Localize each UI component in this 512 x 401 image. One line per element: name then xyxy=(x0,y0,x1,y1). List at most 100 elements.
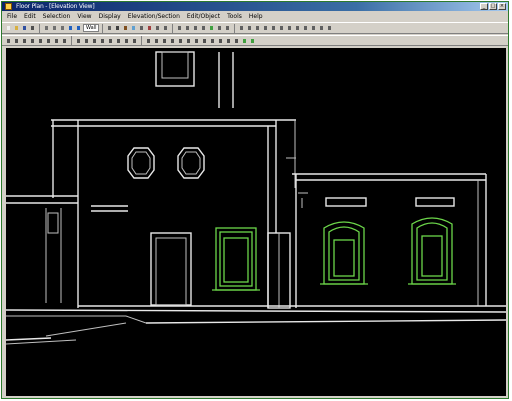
wall-tool-icon[interactable] xyxy=(114,24,121,32)
mirror-icon[interactable] xyxy=(233,37,240,45)
rotate-icon[interactable] xyxy=(45,37,52,45)
offset-icon[interactable] xyxy=(217,37,224,45)
chamfer-icon[interactable] xyxy=(115,37,122,45)
point-icon[interactable] xyxy=(185,37,192,45)
fill-window-icon[interactable] xyxy=(254,24,261,32)
join-icon[interactable] xyxy=(99,37,106,45)
move-icon[interactable] xyxy=(37,37,44,45)
marker-icon[interactable] xyxy=(193,37,200,45)
menu-elevation-section[interactable]: Elevation/Section xyxy=(127,12,181,21)
menu-file[interactable]: File xyxy=(6,12,18,21)
select-objects-icon[interactable] xyxy=(5,37,12,45)
floor-down-icon[interactable] xyxy=(286,24,293,32)
toolbar-separator xyxy=(234,23,236,33)
camera-icon[interactable] xyxy=(216,24,223,32)
elevation-drawing xyxy=(6,51,506,345)
break-line-icon[interactable] xyxy=(91,37,98,45)
save-icon[interactable] xyxy=(21,24,28,32)
selected-window-middle xyxy=(320,221,368,285)
floor-up-icon[interactable] xyxy=(278,24,285,32)
door-tool-icon[interactable] xyxy=(122,24,129,32)
delete-icon[interactable] xyxy=(21,37,28,45)
top-window-frame xyxy=(155,51,234,108)
green-tool-icon[interactable] xyxy=(241,37,248,45)
main-wall-block xyxy=(51,119,296,308)
copy-icon[interactable] xyxy=(51,24,58,32)
fixture-tool-icon[interactable] xyxy=(162,24,169,32)
array-icon[interactable] xyxy=(225,37,232,45)
window-controls: _ □ × xyxy=(480,3,506,10)
text-tool-icon[interactable] xyxy=(184,24,191,32)
transform-icon[interactable] xyxy=(201,37,208,45)
fillet-icon[interactable] xyxy=(107,37,114,45)
render-icon[interactable] xyxy=(302,24,309,32)
toolbar-separator xyxy=(102,23,104,33)
stairs-tool-icon[interactable] xyxy=(138,24,145,32)
redo-icon[interactable] xyxy=(75,24,82,32)
cut-icon[interactable] xyxy=(43,24,50,32)
copy-paste-icon[interactable] xyxy=(29,37,36,45)
angle-icon[interactable] xyxy=(177,37,184,45)
maximize-button[interactable]: □ xyxy=(489,3,497,10)
group-icon[interactable] xyxy=(83,37,90,45)
reflect-icon[interactable] xyxy=(53,37,60,45)
align-icon[interactable] xyxy=(75,37,82,45)
menu-edit[interactable]: Edit xyxy=(23,12,37,21)
cabinet-tool-icon[interactable] xyxy=(154,24,161,32)
select-arrow-icon[interactable] xyxy=(106,24,113,32)
main-toolbar: Wall xyxy=(2,22,508,34)
close-button[interactable]: × xyxy=(498,3,506,10)
drawing-canvas[interactable] xyxy=(6,48,506,396)
zoom-in-icon[interactable] xyxy=(238,24,245,32)
resize-icon[interactable] xyxy=(61,37,68,45)
grid-icon[interactable] xyxy=(153,37,160,45)
print-icon[interactable] xyxy=(29,24,36,32)
right-wing xyxy=(292,173,487,308)
ground-lines xyxy=(6,305,506,345)
paste-icon[interactable] xyxy=(59,24,66,32)
stretch-icon[interactable] xyxy=(209,37,216,45)
menu-help[interactable]: Help xyxy=(248,12,264,21)
menu-tools[interactable]: Tools xyxy=(226,12,243,21)
elevation-icon[interactable] xyxy=(224,24,231,32)
menu-view[interactable]: View xyxy=(76,12,92,21)
library-icon[interactable] xyxy=(318,24,325,32)
window-tool-icon[interactable] xyxy=(130,24,137,32)
materials-icon[interactable] xyxy=(310,24,317,32)
roof-tool-icon[interactable] xyxy=(146,24,153,32)
menu-edit-object[interactable]: Edit/Object xyxy=(186,12,221,21)
extend-icon[interactable] xyxy=(131,37,138,45)
menu-display[interactable]: Display xyxy=(98,12,122,21)
left-wall-details xyxy=(6,195,128,303)
help-icon[interactable] xyxy=(326,24,333,32)
snap-icon[interactable] xyxy=(145,37,152,45)
octagon-window-left xyxy=(127,147,155,179)
line-tool-icon[interactable] xyxy=(192,24,199,32)
pan-icon[interactable] xyxy=(262,24,269,32)
toolbar-separator xyxy=(71,36,72,45)
new-file-icon[interactable] xyxy=(5,24,12,32)
open-object-icon[interactable] xyxy=(13,37,20,45)
toolbar-separator xyxy=(141,36,142,45)
3d-view-icon[interactable] xyxy=(294,24,301,32)
app-icon xyxy=(5,3,12,10)
undo-icon[interactable] xyxy=(67,24,74,32)
layer-select[interactable]: Wall xyxy=(83,24,100,32)
title-bar[interactable]: Floor Plan - [Elevation View] _ □ × xyxy=(2,2,508,11)
dimension-tool-icon[interactable] xyxy=(176,24,183,32)
toolbar-separator xyxy=(39,23,40,33)
cad-tool-icon[interactable] xyxy=(200,24,207,32)
refresh-icon[interactable] xyxy=(270,24,277,32)
terrain-tool-icon[interactable] xyxy=(208,24,215,32)
measure-icon[interactable] xyxy=(169,37,176,45)
toolbar-separator xyxy=(172,23,174,33)
zoom-out-icon[interactable] xyxy=(246,24,253,32)
octagon-window-right xyxy=(177,147,205,179)
open-folder-icon[interactable] xyxy=(13,24,20,32)
green-tool-2-icon[interactable] xyxy=(249,37,256,45)
menu-selection[interactable]: Selection xyxy=(42,12,72,21)
layer-icon[interactable] xyxy=(161,37,168,45)
minimize-button[interactable]: _ xyxy=(480,3,488,10)
selected-window-left xyxy=(212,227,260,291)
trim-icon[interactable] xyxy=(123,37,130,45)
